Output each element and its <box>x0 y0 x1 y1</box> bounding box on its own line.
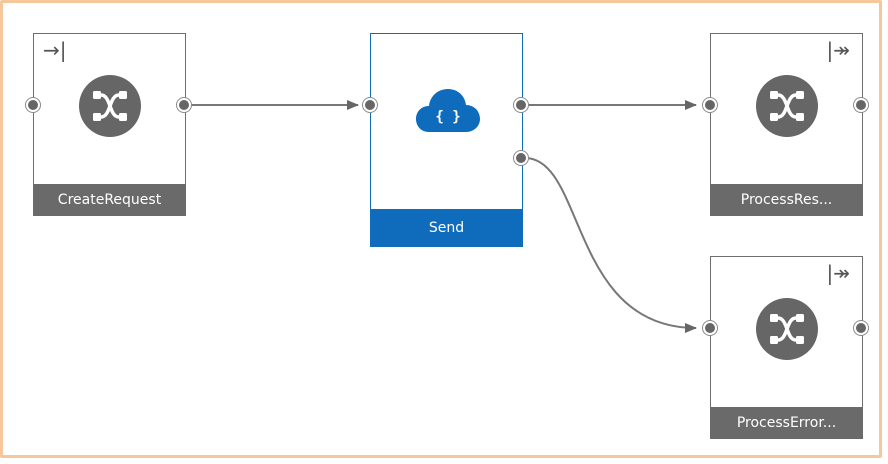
input-port[interactable] <box>703 98 717 112</box>
node-label: Send <box>370 209 523 247</box>
cloud-json-icon: { } <box>416 89 480 132</box>
shuffle-icon <box>79 75 141 137</box>
node-createrequest[interactable]: →| CreateRequest <box>33 33 186 216</box>
node-send[interactable]: { } Send <box>370 33 523 247</box>
input-port[interactable] <box>26 98 40 112</box>
end-icon: |↠ <box>826 38 851 62</box>
output-port[interactable] <box>854 98 868 112</box>
end-icon: |↠ <box>826 261 851 285</box>
output-port[interactable] <box>177 98 191 112</box>
output-port[interactable] <box>514 98 528 112</box>
node-label: ProcessRes... <box>710 184 863 216</box>
output-port[interactable] <box>854 321 868 335</box>
svg-text:{ }: { } <box>435 109 460 125</box>
shuffle-icon <box>756 75 818 137</box>
error-output-port[interactable] <box>514 151 528 165</box>
node-label: ProcessError... <box>710 407 863 439</box>
edge-send-to-processerror[interactable] <box>524 157 697 333</box>
input-port[interactable] <box>363 98 377 112</box>
node-label: CreateRequest <box>33 184 186 216</box>
shuffle-icon <box>756 298 818 360</box>
start-icon: →| <box>43 38 67 62</box>
input-port[interactable] <box>703 321 717 335</box>
node-processresponse[interactable]: |↠ ProcessRes... <box>710 33 863 216</box>
node-processerror[interactable]: |↠ ProcessError... <box>710 256 863 439</box>
